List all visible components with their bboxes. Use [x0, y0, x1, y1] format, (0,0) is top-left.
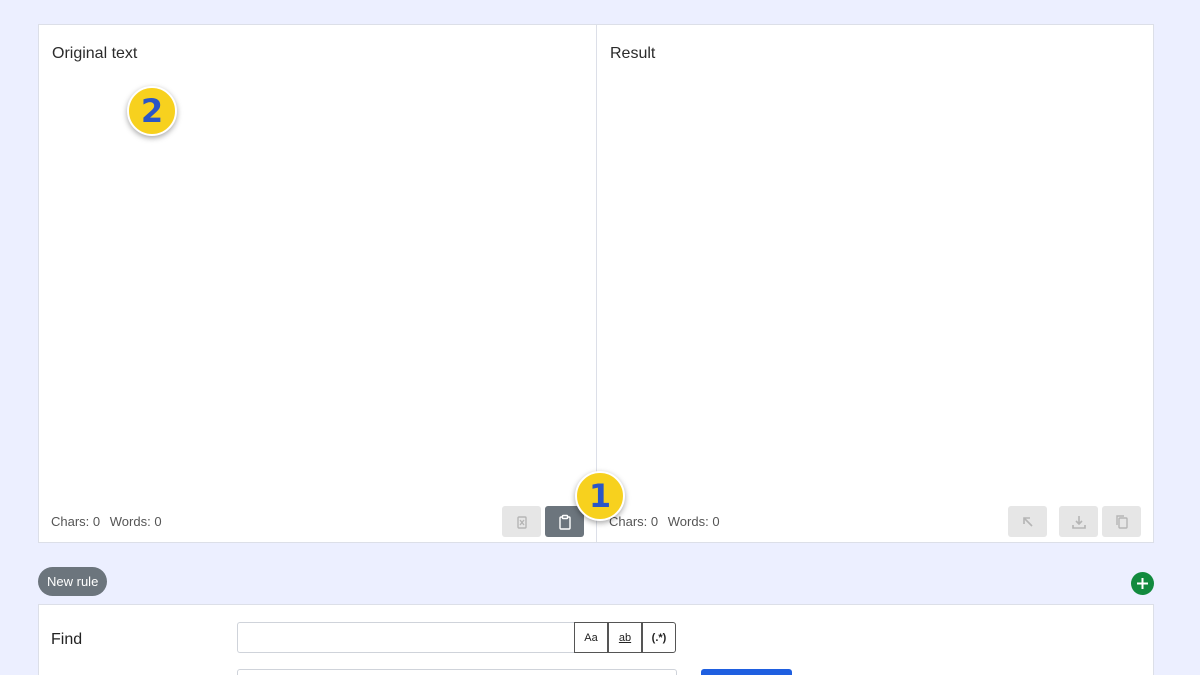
editor-card: Original text Chars: 0 Words: 0 Result C…	[38, 24, 1154, 543]
result-pane: Result Chars: 0 Words: 0	[597, 25, 1153, 542]
replace-input[interactable]	[237, 669, 677, 675]
clear-icon	[516, 515, 527, 529]
match-case-toggle[interactable]: Aa	[574, 622, 608, 653]
add-rule-button[interactable]	[1131, 572, 1154, 595]
move-to-original-icon	[1022, 516, 1033, 527]
original-text-title: Original text	[52, 45, 138, 62]
regex-toggle[interactable]: (.*)	[642, 622, 676, 653]
original-text-pane: Original text Chars: 0 Words: 0	[39, 25, 597, 542]
find-input[interactable]	[237, 622, 575, 653]
whole-word-icon: ab	[618, 631, 632, 644]
copy-button[interactable]	[1102, 506, 1141, 537]
result-words-count: Words: 0	[667, 514, 720, 529]
original-text-input[interactable]	[51, 75, 584, 502]
copy-icon	[1115, 514, 1128, 529]
original-words-count: Words: 0	[109, 514, 162, 529]
find-label: Find	[51, 631, 83, 648]
download-button[interactable]	[1059, 506, 1098, 537]
replace-button[interactable]	[701, 669, 792, 675]
rule-card: Find Aa ab (.*)	[38, 604, 1154, 675]
result-stats: Chars: 0 Words: 0	[609, 514, 726, 529]
whole-word-toggle[interactable]: ab	[608, 622, 642, 653]
step-marker-1: 1	[575, 471, 625, 521]
paste-button[interactable]	[545, 506, 584, 537]
step-marker-2: 2	[127, 86, 177, 136]
result-title: Result	[610, 45, 656, 62]
paste-icon	[558, 514, 571, 530]
original-text-stats: Chars: 0 Words: 0	[51, 514, 168, 529]
plus-icon	[1137, 578, 1148, 589]
original-chars-count: Chars: 0	[51, 514, 101, 529]
clear-button[interactable]	[502, 506, 541, 537]
result-output[interactable]	[609, 75, 1141, 502]
move-to-original-button[interactable]	[1008, 506, 1047, 537]
new-rule-badge: New rule	[38, 567, 108, 596]
result-chars-count: Chars: 0	[609, 514, 659, 529]
download-icon	[1071, 515, 1086, 529]
